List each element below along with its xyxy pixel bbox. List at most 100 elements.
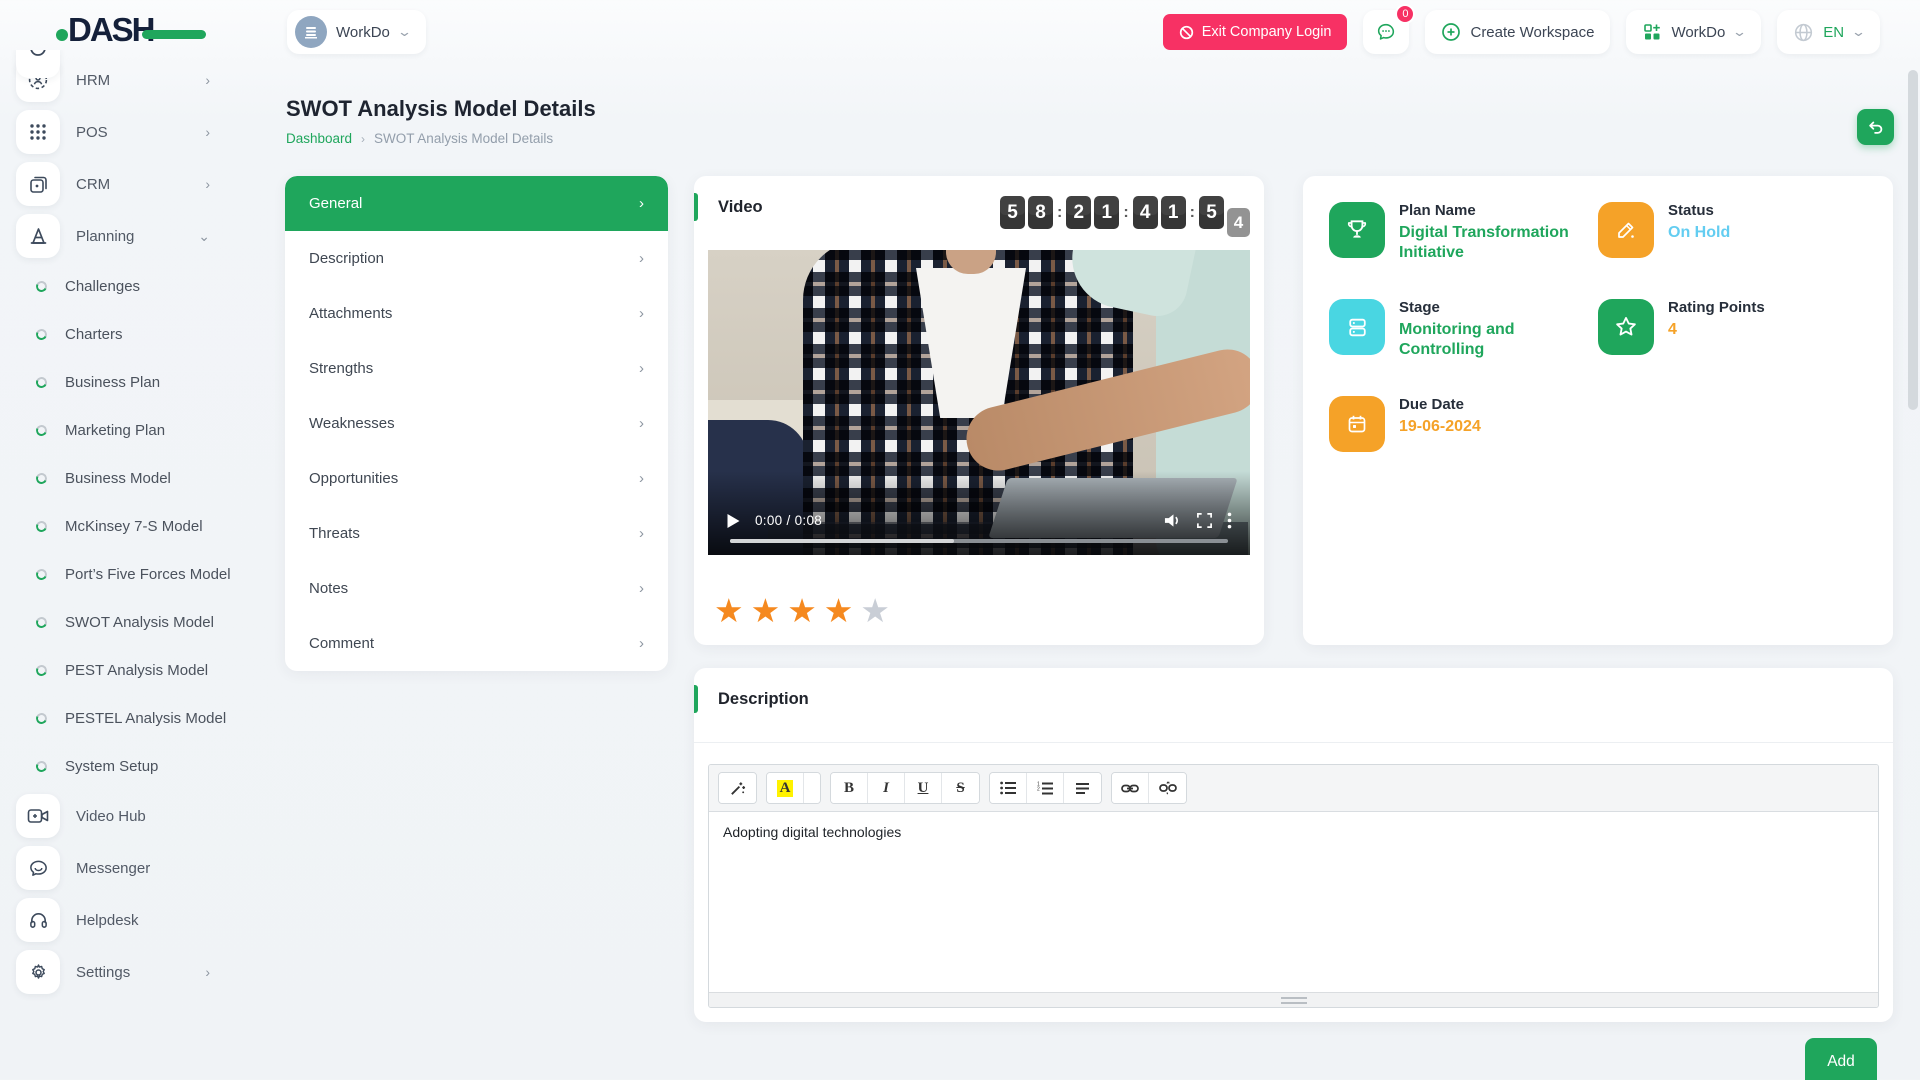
unlink-icon[interactable] <box>1149 773 1186 803</box>
detail-due-date: Due Date 19-06-2024 <box>1329 396 1598 452</box>
submenu-dot-icon <box>34 519 48 533</box>
tab-label: General <box>309 195 362 212</box>
sidebar-item-helpdesk[interactable]: Helpdesk <box>0 894 232 946</box>
star-icon[interactable]: ★ <box>860 594 890 627</box>
plus-circle-icon <box>1441 22 1461 42</box>
star-icon[interactable]: ★ <box>714 594 744 627</box>
timer-digit: 5 <box>1000 196 1025 229</box>
insert-link-icon[interactable] <box>1112 773 1149 803</box>
toolbar-group <box>1111 772 1187 804</box>
timer-digit: 1 <box>1094 196 1119 229</box>
sidebar-item-port-s-five-forces-model[interactable]: Port’s Five Forces Model <box>0 550 232 598</box>
style-magic-icon[interactable] <box>719 773 756 803</box>
volume-icon[interactable] <box>1163 512 1182 529</box>
breadcrumb-dashboard-link[interactable]: Dashboard <box>286 131 352 146</box>
tab-threats[interactable]: Threats › <box>285 506 668 561</box>
unordered-list-icon[interactable] <box>990 773 1027 803</box>
pos-icon <box>16 110 60 154</box>
sidebar-item-charters[interactable]: Charters <box>0 310 232 358</box>
play-icon[interactable] <box>726 513 741 529</box>
ordered-list-icon[interactable]: 12 <box>1027 773 1064 803</box>
chevron-right-icon: › <box>205 964 210 980</box>
underline-icon[interactable]: U <box>905 773 942 803</box>
tab-strengths[interactable]: Strengths › <box>285 341 668 396</box>
scrollbar-thumb[interactable] <box>1908 70 1918 410</box>
seek-bar[interactable] <box>730 539 1228 543</box>
sidebar-item-pest-analysis-model[interactable]: PEST Analysis Model <box>0 646 232 694</box>
exit-company-login-button[interactable]: Exit Company Login <box>1163 14 1348 50</box>
star-icon[interactable]: ★ <box>824 594 854 627</box>
sidebar-item-planning[interactable]: Planning ⌄ <box>0 210 232 262</box>
workdo-apps-menu[interactable]: WorkDo ⌄ <box>1626 10 1761 54</box>
tab-weaknesses[interactable]: Weaknesses › <box>285 396 668 451</box>
strikethrough-icon[interactable]: S <box>942 773 979 803</box>
sidebar-item-pos[interactable]: POS › <box>0 106 232 158</box>
sidebar-item-video-hub[interactable]: Video Hub <box>0 790 232 842</box>
add-button[interactable]: Add <box>1805 1038 1877 1080</box>
more-options-icon[interactable] <box>1227 512 1232 529</box>
language-selector[interactable]: EN ⌄ <box>1777 10 1880 54</box>
tab-description[interactable]: Description › <box>285 231 668 286</box>
dash-logo[interactable]: DASH <box>56 14 206 52</box>
chevron-right-icon: › <box>639 415 644 432</box>
tab-comment[interactable]: Comment › <box>285 616 668 671</box>
tab-general[interactable]: General › <box>285 176 668 231</box>
chevron-right-icon: › <box>639 580 644 597</box>
sidebar-item-pestel-analysis-model[interactable]: PESTEL Analysis Model <box>0 694 232 742</box>
chat-bubble-icon <box>1375 21 1397 43</box>
tab-attachments[interactable]: Attachments › <box>285 286 668 341</box>
sidebar-item-messenger[interactable]: Messenger <box>0 842 232 894</box>
tab-label: Strengths <box>309 360 373 377</box>
submenu-dot-icon <box>34 663 48 677</box>
detail-value: 4 <box>1668 320 1765 340</box>
editor-resize-handle[interactable] <box>709 992 1878 1007</box>
sidebar-item-mckinsey-7-s-model[interactable]: McKinsey 7-S Model <box>0 502 232 550</box>
plan-details-card: Plan Name Digital Transformation Initiat… <box>1303 176 1893 645</box>
sidebar-subitem-label: Charters <box>65 326 123 343</box>
timer-digit: 5 <box>1199 196 1224 229</box>
sidebar-item-business-model[interactable]: Business Model <box>0 454 232 502</box>
sidebar-item-settings[interactable]: Settings › <box>0 946 232 998</box>
language-code: EN <box>1823 24 1844 41</box>
bold-icon[interactable]: B <box>831 773 868 803</box>
toolbar-group: 12 <box>989 772 1102 804</box>
tab-label: Threats <box>309 525 360 542</box>
editor-content[interactable]: Adopting digital technologies <box>709 812 1878 988</box>
sidebar-subitem-label: McKinsey 7-S Model <box>65 518 203 535</box>
sidebar-item-swot-analysis-model[interactable]: SWOT Analysis Model <box>0 598 232 646</box>
sidebar-item-challenges[interactable]: Challenges <box>0 262 232 310</box>
tab-label: Notes <box>309 580 348 597</box>
page-scrollbar[interactable] <box>1908 70 1918 1080</box>
sidebar-item-business-plan[interactable]: Business Plan <box>0 358 232 406</box>
fullscreen-icon[interactable] <box>1196 512 1213 529</box>
star-icon[interactable]: ★ <box>787 594 817 627</box>
text-color-icon[interactable]: A <box>767 773 804 803</box>
player-time: 0:00 / 0:08 <box>755 513 822 528</box>
sidebar-item-label: Messenger <box>76 860 210 877</box>
video-player[interactable]: 0:00 / 0:08 <box>708 250 1250 555</box>
submenu-dot-icon <box>34 279 48 293</box>
breadcrumb-current: SWOT Analysis Model Details <box>374 131 553 146</box>
sidebar-subitem-label: Marketing Plan <box>65 422 165 439</box>
chevron-down-icon: ⌄ <box>1851 24 1866 40</box>
messages-badge: 0 <box>1395 4 1415 24</box>
sidebar-item-marketing-plan[interactable]: Marketing Plan <box>0 406 232 454</box>
toolbar-group: A <box>766 772 821 804</box>
messages-button[interactable]: 0 <box>1363 10 1409 54</box>
back-button[interactable] <box>1857 109 1894 145</box>
return-arrow-icon <box>1867 118 1885 136</box>
sidebar-item-cropped[interactable] <box>16 50 216 78</box>
detail-label: Plan Name <box>1399 202 1598 219</box>
paragraph-align-icon[interactable] <box>1064 773 1101 803</box>
sidebar-item-system-setup[interactable]: System Setup <box>0 742 232 790</box>
submenu-dot-icon <box>34 711 48 725</box>
star-icon[interactable]: ★ <box>751 594 781 627</box>
workspace-switcher[interactable]: WorkDo ⌄ <box>287 10 426 54</box>
sidebar-item-crm[interactable]: CRM › <box>0 158 232 210</box>
tab-notes[interactable]: Notes › <box>285 561 668 616</box>
sidebar-item-label: Settings <box>76 964 205 981</box>
tab-opportunities[interactable]: Opportunities › <box>285 451 668 506</box>
create-workspace-button[interactable]: Create Workspace <box>1425 10 1610 54</box>
color-dropdown-icon[interactable] <box>804 773 820 803</box>
italic-icon[interactable]: I <box>868 773 905 803</box>
